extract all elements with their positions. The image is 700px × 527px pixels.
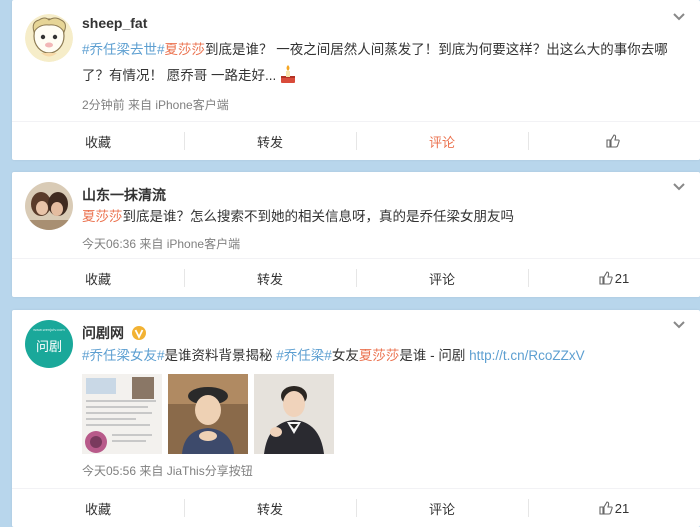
post-meta: 今天06:36 来自 iPhone客户端 (82, 237, 241, 251)
user-name[interactable]: sheep_fat (82, 15, 147, 31)
forward-button[interactable]: 转发 (184, 259, 356, 297)
avatar-subtext: www.wenjutv.com (33, 327, 65, 332)
topic-link[interactable]: #乔任梁去世# (82, 42, 165, 57)
action-bar: 收藏 转发 评论 21 (12, 258, 700, 297)
mention-link[interactable]: 夏莎莎 (82, 209, 123, 224)
short-url-link[interactable]: http://t.cn/RcoZZxV (469, 348, 585, 363)
thumbnail-photo[interactable] (168, 374, 248, 454)
like-icon (599, 271, 613, 285)
feed-card-1: sheep_fat #乔任梁去世#夏莎莎到底是谁？ 一夜之间居然人间蒸发了！到底… (12, 0, 700, 160)
action-bar: 收藏 转发 评论 21 (12, 488, 700, 527)
post-text: #乔任梁去世#夏莎莎到底是谁？ 一夜之间居然人间蒸发了！到底为何要这样？出这么大… (82, 37, 678, 89)
like-icon (606, 134, 620, 148)
collect-button[interactable]: 收藏 (12, 122, 184, 160)
forward-button[interactable]: 转发 (184, 489, 356, 527)
like-button[interactable]: 21 (528, 489, 700, 527)
topic-link[interactable]: #乔任梁女友# (82, 348, 165, 363)
like-count: 21 (614, 500, 630, 516)
action-bar: 收藏 转发 评论 (12, 121, 700, 160)
post-text-body: 是谁资料背景揭秘 (164, 348, 277, 363)
feed-card-2: 山东一抹清流 夏莎莎到底是谁？怎么搜索不到她的相关信息呀，真的是乔任梁女朋友吗 … (12, 172, 700, 297)
post-meta: 2分钟前 来自 iPhone客户端 (82, 98, 229, 112)
avatar[interactable] (25, 182, 73, 230)
post-meta: 今天05:56 来自 JiaThis分享按钮 (82, 464, 253, 478)
post-text-body: 是谁 - 问剧 (399, 348, 470, 363)
feed-card-3: www.wenjutv.com 问剧 问剧网 #乔任梁女友#是谁资料背景揭秘 #… (12, 310, 700, 527)
thumbnail-article[interactable] (82, 374, 162, 454)
user-name[interactable]: 问剧网 (82, 323, 146, 343)
candle-emoji-icon (281, 65, 296, 83)
mention-link[interactable]: 夏莎莎 (359, 348, 400, 363)
comment-button[interactable]: 评论 (356, 259, 528, 297)
chevron-down-icon[interactable] (672, 320, 686, 330)
post-text-body: 女友 (331, 348, 359, 363)
like-icon (599, 501, 613, 515)
collect-button[interactable]: 收藏 (12, 489, 184, 527)
verified-icon (131, 326, 146, 340)
image-grid (82, 374, 334, 454)
user-name-text: 问剧网 (82, 325, 124, 341)
chevron-down-icon[interactable] (672, 12, 686, 22)
collect-button[interactable]: 收藏 (12, 259, 184, 297)
thumbnail-photo[interactable] (254, 374, 334, 454)
like-button[interactable]: 21 (528, 259, 700, 297)
comment-button[interactable]: 评论 (356, 489, 528, 527)
comment-button[interactable]: 评论 (356, 122, 528, 160)
avatar[interactable] (25, 14, 73, 62)
avatar-text: 问剧 (35, 340, 62, 355)
avatar[interactable]: www.wenjutv.com 问剧 (25, 320, 73, 368)
chevron-down-icon[interactable] (672, 182, 686, 192)
post-text: #乔任梁女友#是谁资料背景揭秘 #乔任梁#女友夏莎莎是谁 - 问剧 http:/… (82, 343, 678, 369)
topic-link[interactable]: #乔任梁# (276, 348, 332, 363)
like-button[interactable] (528, 122, 700, 160)
post-text-body: 到底是谁？怎么搜索不到她的相关信息呀，真的是乔任梁女朋友吗 (122, 209, 515, 224)
mention-link[interactable]: 夏莎莎 (165, 42, 206, 57)
like-count: 21 (614, 270, 630, 286)
user-name[interactable]: 山东一抹清流 (82, 185, 166, 205)
forward-button[interactable]: 转发 (184, 122, 356, 160)
post-text: 夏莎莎到底是谁？怎么搜索不到她的相关信息呀，真的是乔任梁女朋友吗 (82, 204, 678, 230)
